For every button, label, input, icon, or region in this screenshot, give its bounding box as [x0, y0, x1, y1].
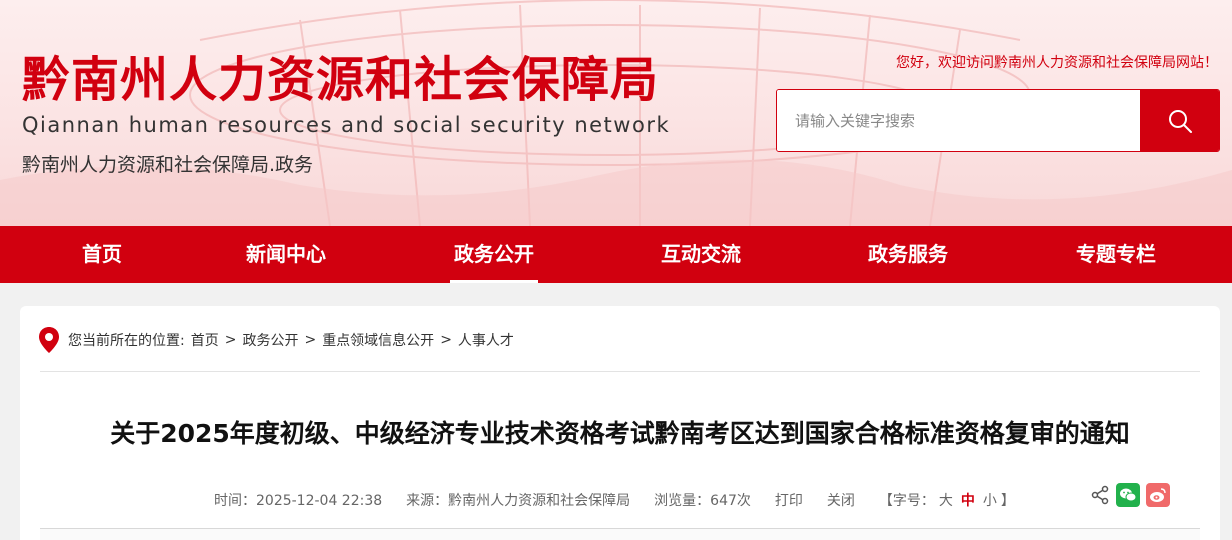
breadcrumb: 您当前所在的位置: 首页 > 政务公开 > 重点领域信息公开 > 人事人才: [38, 326, 514, 354]
site-subtitle: 黔南州人力资源和社会保障局.政务: [22, 154, 314, 176]
article-meta: 时间：2025-12-04 22:38 来源：黔南州人力资源和社会保障局 浏览量…: [214, 490, 1015, 510]
nav-item-services[interactable]: 政务服务: [852, 226, 964, 283]
breadcrumb-divider: [40, 371, 1200, 372]
font-size-large[interactable]: 大: [939, 490, 953, 510]
search-icon: [1168, 109, 1192, 133]
breadcrumb-separator: >: [304, 332, 317, 348]
main-nav: 首页 新闻中心 政务公开 互动交流 政务服务 专题专栏: [0, 226, 1232, 283]
welcome-message: 您好，欢迎访问黔南州人力资源和社会保障局网站！: [896, 55, 1218, 71]
nav-item-interaction[interactable]: 互动交流: [646, 226, 756, 283]
share-icon[interactable]: [1090, 485, 1110, 505]
article-source: 来源：黔南州人力资源和社会保障局: [406, 493, 631, 509]
font-size-small[interactable]: 小: [983, 490, 997, 510]
share-bar: [1090, 483, 1170, 507]
site-header: 黔南州人力资源和社会保障局 Qiannan human resources an…: [0, 0, 1232, 226]
close-button[interactable]: 关闭: [827, 490, 855, 510]
breadcrumb-separator: >: [224, 332, 237, 348]
breadcrumb-key-areas[interactable]: 重点领域信息公开: [322, 330, 434, 350]
location-pin-icon: [39, 327, 59, 353]
view-count: 浏览量：647次: [654, 493, 751, 509]
breadcrumb-separator: >: [440, 332, 452, 348]
font-size-medium[interactable]: 中: [961, 490, 975, 510]
publish-time: 时间：2025-12-04 22:38: [214, 493, 383, 509]
print-button[interactable]: 打印: [775, 490, 803, 510]
article-title: 关于2025年度初级、中级经济专业技术资格考试黔南考区达到国家合格标准资格复审的…: [110, 419, 1130, 448]
content-card: 您当前所在的位置: 首页 > 政务公开 > 重点领域信息公开 > 人事人才 关于…: [20, 306, 1220, 540]
nav-item-topics[interactable]: 专题专栏: [1060, 226, 1172, 283]
search-button[interactable]: [1140, 90, 1219, 151]
weibo-icon[interactable]: [1146, 483, 1170, 507]
content-divider: [40, 528, 1200, 540]
breadcrumb-prefix: 您当前所在的位置:: [68, 333, 185, 349]
nav-item-news[interactable]: 新闻中心: [232, 226, 340, 283]
breadcrumb-gov-affairs[interactable]: 政务公开: [242, 330, 298, 350]
wechat-glyph: [1120, 488, 1137, 502]
site-title: 黔南州人力资源和社会保障局: [22, 52, 660, 108]
font-size-suffix: 】: [1000, 493, 1015, 509]
nav-item-home[interactable]: 首页: [60, 226, 144, 283]
weibo-glyph: [1150, 488, 1166, 502]
font-size-prefix: 【字号：: [878, 493, 935, 509]
wechat-icon[interactable]: [1116, 483, 1140, 507]
breadcrumb-home[interactable]: 首页: [191, 330, 219, 350]
search-box: [776, 89, 1220, 152]
nav-item-gov-affairs[interactable]: 政务公开: [450, 226, 538, 283]
site-english-title: Qiannan human resources and social secur…: [22, 113, 671, 137]
breadcrumb-personnel[interactable]: 人事人才: [458, 330, 514, 350]
search-input[interactable]: [777, 90, 1142, 151]
font-size-control: 【字号： 大 中 小 】: [879, 490, 1015, 510]
